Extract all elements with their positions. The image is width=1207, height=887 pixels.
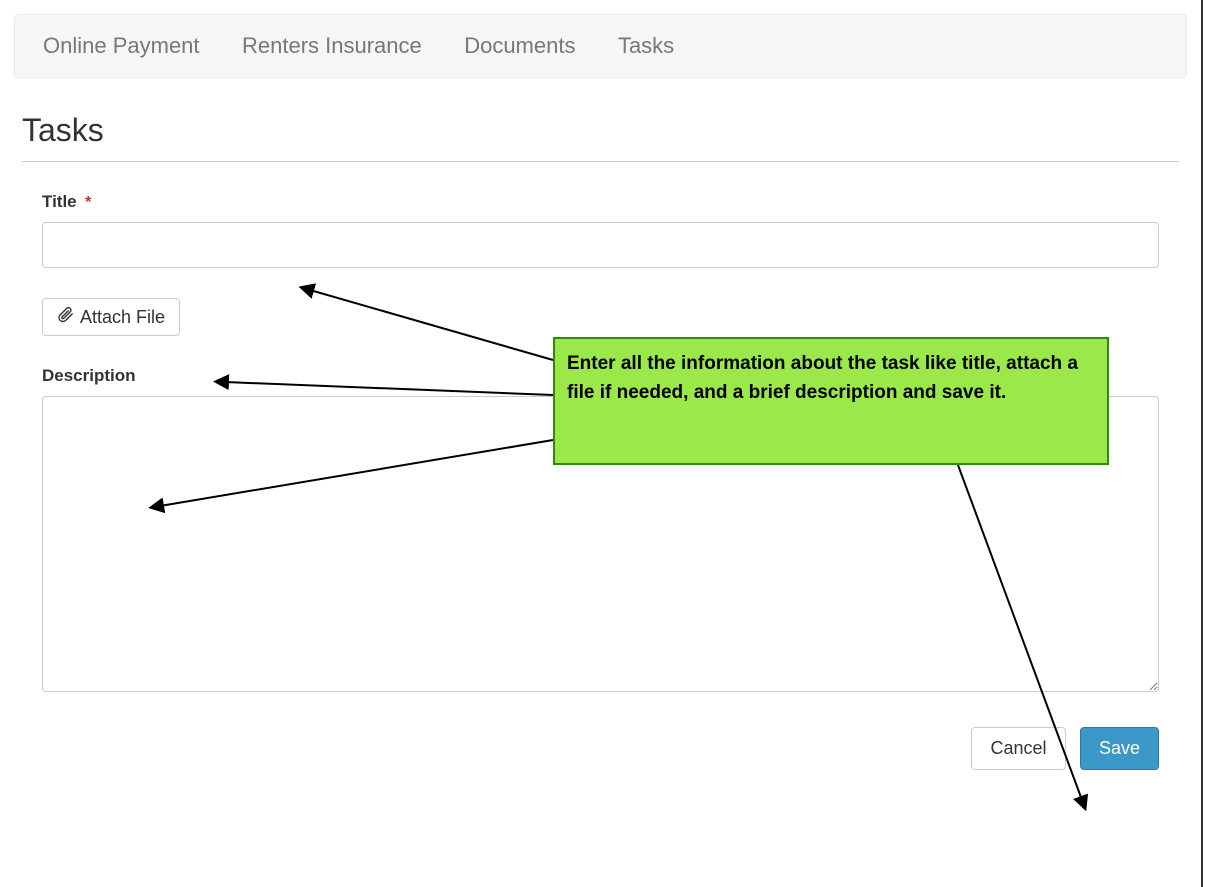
attach-file-button[interactable]: Attach File (42, 298, 180, 336)
required-indicator: * (85, 194, 91, 211)
title-label: Title (42, 192, 77, 212)
title-input[interactable] (42, 222, 1159, 268)
title-group: Title * (42, 192, 1159, 268)
nav-tasks[interactable]: Tasks (618, 33, 674, 59)
app-frame: Online Payment Renters Insurance Documen… (0, 0, 1203, 887)
attach-file-label: Attach File (80, 307, 165, 328)
page-title: Tasks (22, 112, 1179, 162)
save-button[interactable]: Save (1080, 727, 1159, 770)
cancel-button[interactable]: Cancel (971, 727, 1065, 770)
description-label: Description (42, 366, 136, 386)
annotation-callout: Enter all the information about the task… (553, 337, 1109, 465)
top-nav: Online Payment Renters Insurance Documen… (14, 14, 1187, 78)
paperclip-icon (57, 306, 74, 328)
nav-documents[interactable]: Documents (464, 33, 575, 59)
nav-online-payment[interactable]: Online Payment (43, 33, 200, 59)
form-actions: Cancel Save (42, 727, 1159, 770)
nav-renters-insurance[interactable]: Renters Insurance (242, 33, 422, 59)
attach-group: Attach File (42, 298, 1159, 336)
